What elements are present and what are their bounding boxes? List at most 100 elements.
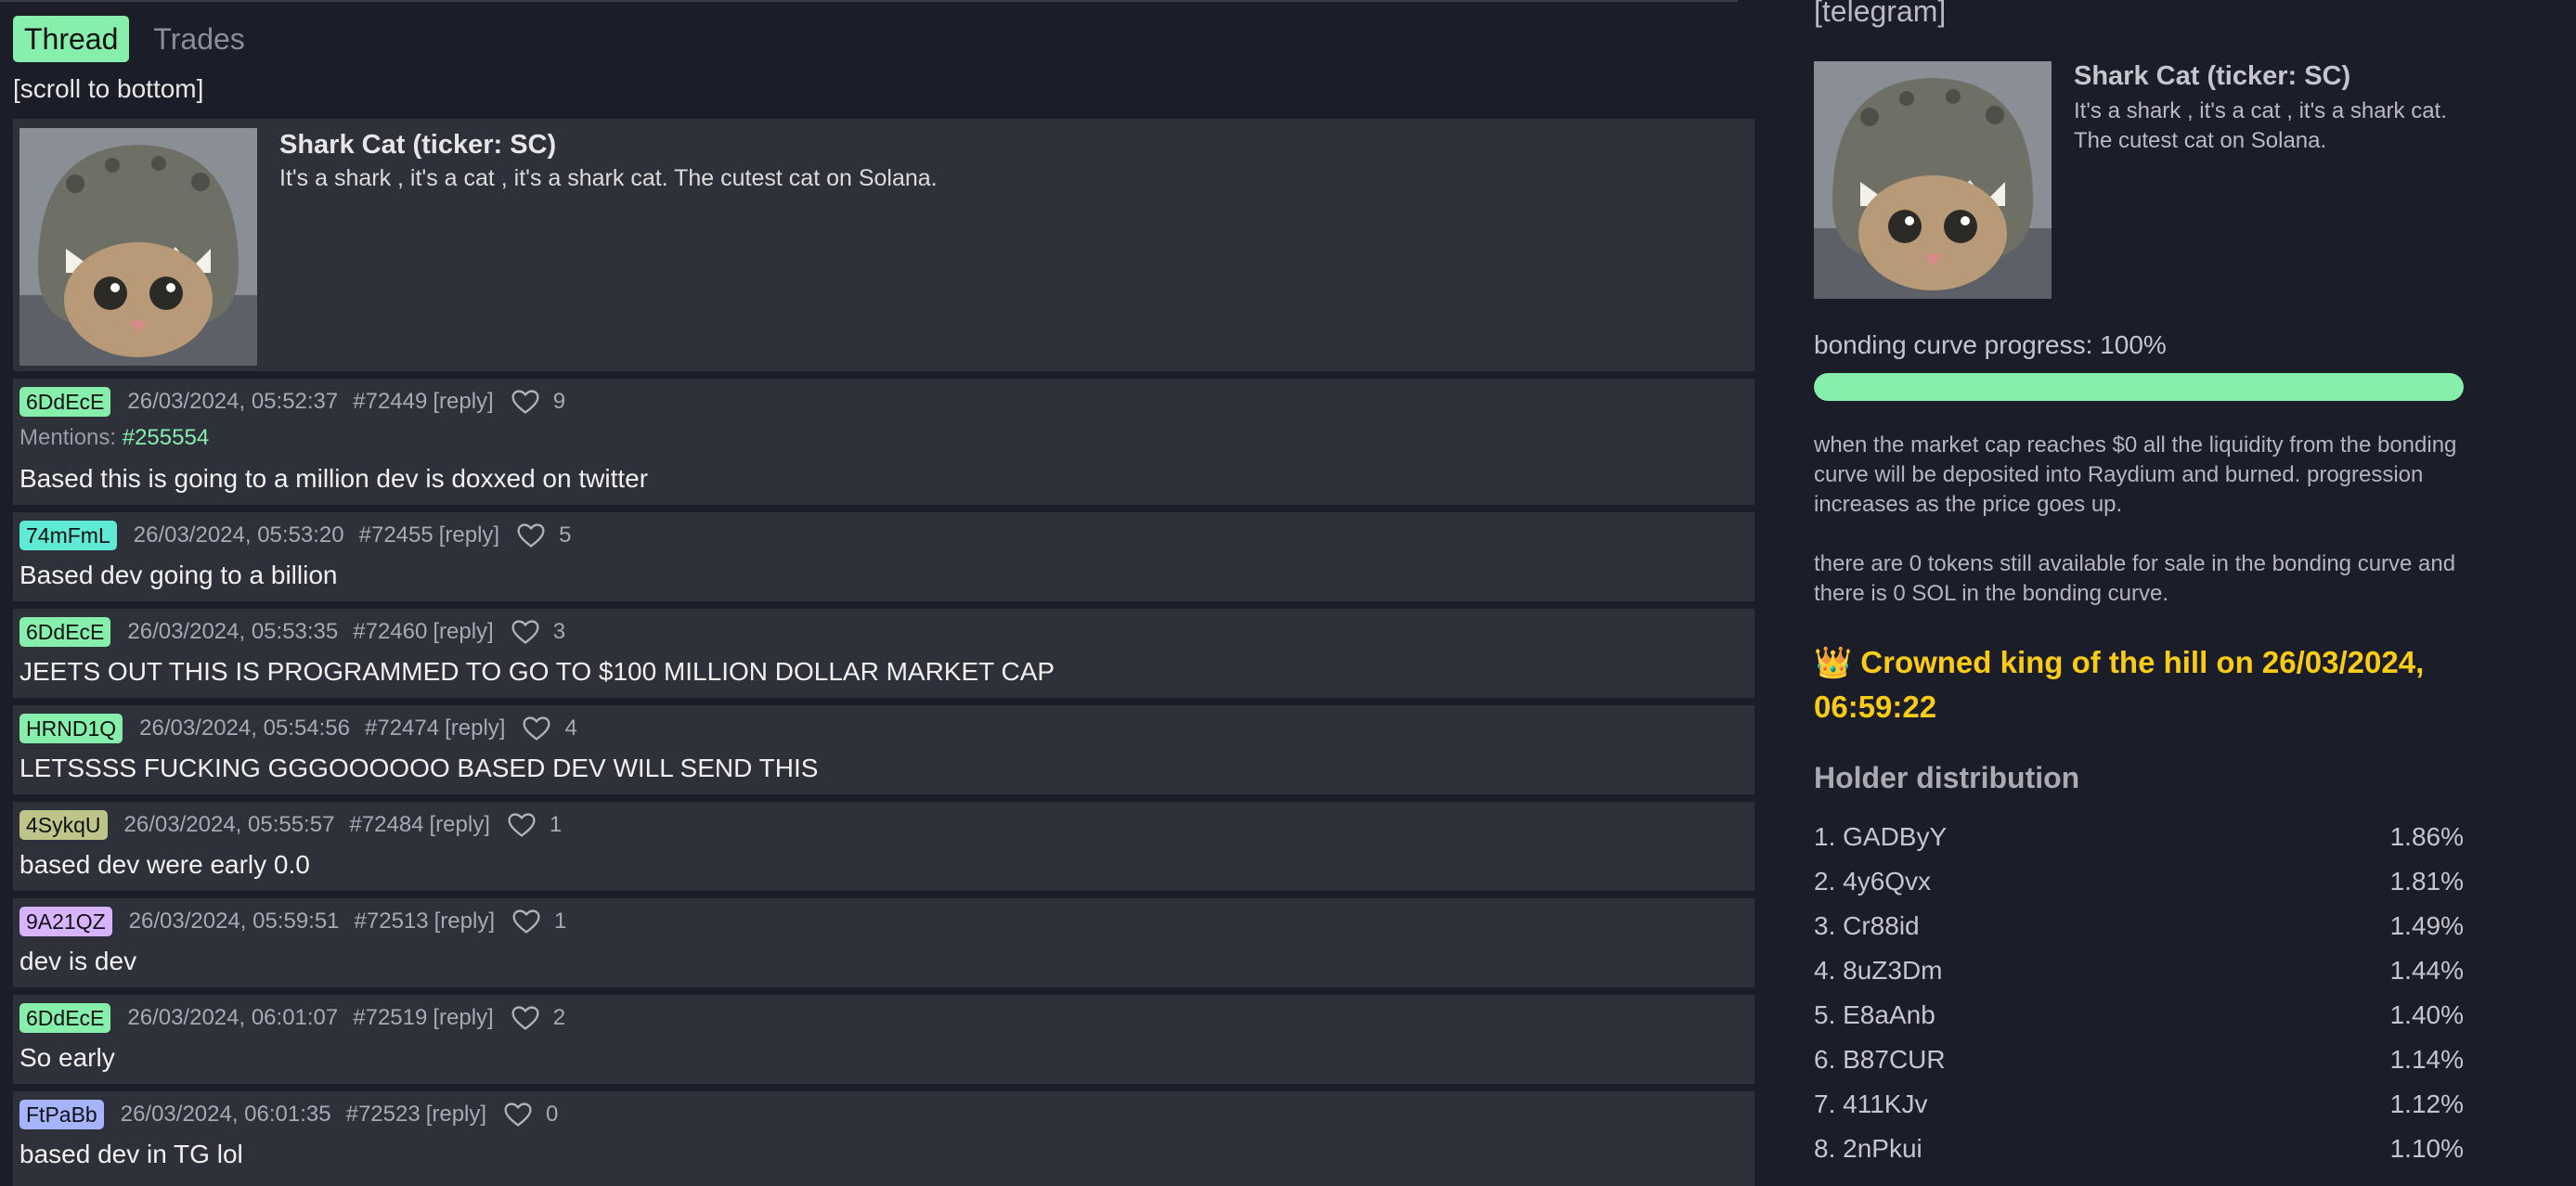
reply-link[interactable]: [reply] [430, 812, 490, 838]
sidebar-token-description: It's a shark , it's a cat , it's a shark… [2074, 98, 2447, 153]
heart-icon[interactable] [511, 389, 540, 415]
holder-name[interactable]: 1. GADByY [1814, 822, 1947, 851]
post-meta: 6DdEcE 26/03/2024, 05:52:37 #72449 [repl… [19, 387, 565, 417]
holder-name[interactable]: 3. Cr88id [1814, 911, 1920, 940]
user-badge[interactable]: 6DdEcE [19, 1003, 111, 1033]
heart-icon[interactable] [507, 812, 537, 838]
holder-row: 3. Cr88id 1.49% [1814, 904, 2464, 948]
reply-link[interactable]: [reply] [445, 715, 505, 741]
post-text: based dev were early 0.0 [19, 850, 310, 879]
reply-link[interactable]: [reply] [426, 1102, 486, 1128]
tab-bar: Thread Trades [13, 16, 269, 62]
user-badge[interactable]: 6DdEcE [19, 617, 111, 647]
post-id[interactable]: #72523 [346, 1102, 421, 1128]
like-count: 0 [546, 1102, 559, 1127]
king-of-the-hill: 👑 Crowned king of the hill on 26/03/2024… [1814, 640, 2464, 729]
post-meta: 6DdEcE 26/03/2024, 05:53:35 #72460 [repl… [19, 617, 565, 647]
post-date: 26/03/2024, 05:54:56 [139, 715, 350, 741]
post-id[interactable]: #72455 [359, 522, 434, 548]
like-count: 1 [553, 909, 567, 934]
like-count: 2 [552, 1005, 566, 1030]
tab-trades[interactable]: Trades [142, 16, 255, 62]
post-date: 26/03/2024, 05:52:37 [127, 389, 339, 414]
shark-cat-image [1814, 61, 2052, 299]
holder-name[interactable]: 4. 8uZ3Dm [1814, 956, 1943, 985]
holder-name[interactable]: 7. 411KJv [1814, 1089, 1927, 1118]
reply-link[interactable]: [reply] [433, 619, 493, 645]
heart-icon[interactable] [511, 1005, 540, 1031]
post-text: Based this is going to a million dev is … [19, 464, 649, 493]
thread-panel: Thread Trades [scroll to bottom] Shark C… [13, 0, 1754, 1186]
post-date: 26/03/2024, 06:01:35 [120, 1102, 331, 1127]
scroll-to-bottom-link[interactable]: [scroll to bottom] [13, 74, 203, 104]
like-count: 4 [564, 715, 577, 741]
post-meta: 74mFmL 26/03/2024, 05:53:20 #72455 [repl… [19, 521, 571, 550]
sidebar-token-title: Shark Cat (ticker: SC) [2074, 61, 2351, 91]
post-date: 26/03/2024, 05:55:57 [123, 812, 335, 837]
like-count: 5 [559, 522, 572, 548]
mentions: Mentions: #255554 [19, 425, 209, 451]
post-id[interactable]: #72484 [349, 812, 423, 838]
post-text: So early [19, 1043, 115, 1072]
token-description: It's a shark , it's a cat , it's a shark… [279, 165, 938, 191]
heart-icon[interactable] [511, 909, 541, 935]
user-badge[interactable]: 9A21QZ [19, 907, 112, 936]
user-badge[interactable]: HRND1Q [19, 714, 123, 743]
holder-row: 4. 8uZ3Dm 1.44% [1814, 948, 2464, 993]
holder-percent: 1.86% [2389, 822, 2464, 851]
post-item: 6DdEcE 26/03/2024, 05:53:35 #72460 [repl… [13, 609, 1754, 698]
post-text: LETSSSS FUCKING GGGOOOOOO BASED DEV WILL… [19, 754, 819, 782]
post-item: 9A21QZ 26/03/2024, 05:59:51 #72513 [repl… [13, 898, 1754, 987]
post-id[interactable]: #72474 [365, 715, 439, 741]
holder-name[interactable]: 5. E8aAnb [1814, 1000, 1935, 1029]
post-item: 4SykqU 26/03/2024, 05:55:57 #72484 [repl… [13, 802, 1754, 891]
user-badge[interactable]: FtPaBb [19, 1100, 104, 1129]
holder-percent: 1.12% [2389, 1089, 2464, 1118]
post-id[interactable]: #72460 [353, 619, 427, 645]
heart-icon[interactable] [511, 619, 540, 645]
user-badge[interactable]: 4SykqU [19, 810, 108, 840]
king-of-the-hill-text: Crowned king of the hill on 26/03/2024, … [1814, 645, 2425, 724]
holder-name[interactable]: 2. 4y6Qvx [1814, 867, 1931, 896]
holder-name[interactable]: 8. 2nPkui [1814, 1134, 1922, 1163]
tab-thread[interactable]: Thread [13, 16, 130, 62]
post-id[interactable]: #72449 [353, 389, 427, 415]
holder-percent: 1.40% [2389, 1000, 2464, 1029]
reply-link[interactable]: [reply] [433, 389, 493, 415]
post-text: dev is dev [19, 947, 137, 975]
holder-list: 1. GADByY 1.86% 2. 4y6Qvx 1.81% 3. Cr88id 1… [1814, 815, 2464, 1171]
token-title: Shark Cat (ticker: SC) [279, 130, 557, 160]
reply-link[interactable]: [reply] [433, 1005, 493, 1031]
post-meta: 9A21QZ 26/03/2024, 05:59:51 #72513 [repl… [19, 907, 566, 936]
reply-link[interactable]: [reply] [439, 522, 499, 548]
crown-icon: 👑 [1814, 645, 1853, 679]
like-count: 1 [549, 812, 563, 837]
post-text: based dev in TG lol [19, 1140, 243, 1168]
user-badge[interactable]: 6DdEcE [19, 387, 111, 417]
holder-row: 1. GADByY 1.86% [1814, 815, 2464, 859]
post-meta: 6DdEcE 26/03/2024, 06:01:07 #72519 [repl… [19, 1003, 565, 1033]
post-date: 26/03/2024, 05:53:20 [133, 522, 344, 548]
mention-link[interactable]: #255554 [123, 425, 209, 450]
holder-percent: 1.44% [2389, 956, 2464, 985]
shark-cat-image [19, 128, 257, 366]
reply-link[interactable]: [reply] [434, 909, 495, 935]
holder-percent: 1.10% [2389, 1134, 2464, 1163]
post-id[interactable]: #72519 [353, 1005, 427, 1031]
post-meta: FtPaBb 26/03/2024, 06:01:35 #72523 [repl… [19, 1100, 558, 1129]
post-item: 6DdEcE 26/03/2024, 05:52:37 #72449 [repl… [13, 379, 1754, 505]
user-badge[interactable]: 74mFmL [19, 521, 117, 550]
holder-name[interactable]: 6. B87CUR [1814, 1045, 1946, 1074]
like-count: 9 [552, 389, 566, 414]
token-header-card: Shark Cat (ticker: SC) It's a shark , it… [13, 119, 1754, 371]
post-date: 26/03/2024, 05:53:35 [127, 619, 339, 644]
heart-icon[interactable] [503, 1102, 533, 1128]
heart-icon[interactable] [516, 522, 546, 548]
holder-row: 8. 2nPkui 1.10% [1814, 1127, 2464, 1171]
post-date: 26/03/2024, 06:01:07 [127, 1005, 339, 1030]
post-date: 26/03/2024, 05:59:51 [128, 909, 340, 934]
telegram-link[interactable]: [telegram] [1814, 0, 1946, 29]
post-id[interactable]: #72513 [355, 909, 429, 935]
heart-icon[interactable] [522, 715, 551, 741]
post-meta: HRND1Q 26/03/2024, 05:54:56 #72474 [repl… [19, 714, 577, 743]
